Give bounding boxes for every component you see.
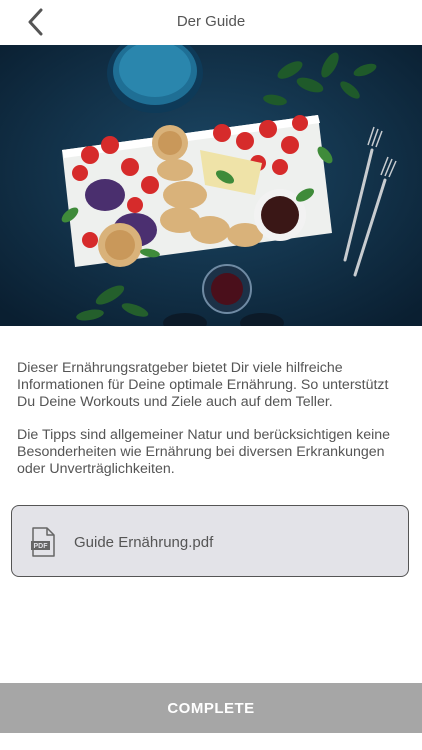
hero-image xyxy=(0,45,422,326)
pdf-file-icon: PDF xyxy=(31,527,55,557)
complete-button[interactable]: COMPLETE xyxy=(0,683,422,733)
pdf-attachment[interactable]: PDF Guide Ernährung.pdf xyxy=(11,505,409,577)
pdf-icon-label: PDF xyxy=(34,543,49,550)
top-bar: Der Guide xyxy=(0,0,422,45)
food-platter-photo xyxy=(0,45,422,326)
description-paragraph-1: Dieser Ernährungsratgeber bietet Dir vie… xyxy=(17,360,389,410)
attachment-file-name: Guide Ernährung.pdf xyxy=(74,534,214,551)
description: Dieser Ernährungsratgeber bietet Dir vie… xyxy=(17,360,402,494)
description-paragraph-2: Die Tipps sind allgemeiner Natur und ber… xyxy=(17,427,391,477)
page-title: Der Guide xyxy=(176,13,246,30)
